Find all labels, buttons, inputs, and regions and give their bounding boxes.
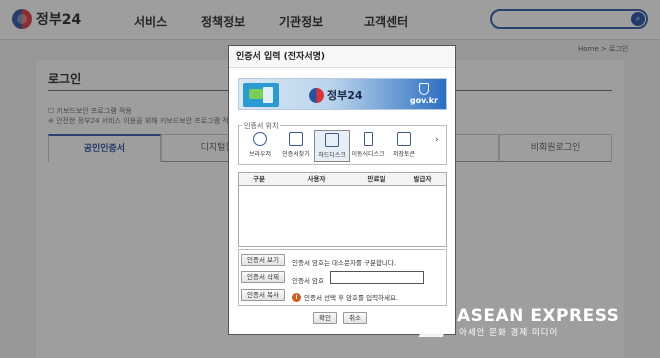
computer-illustration-icon	[243, 83, 279, 107]
location-find-cert[interactable]: 인증서찾기	[278, 130, 314, 162]
case-sensitive-note: 인증서 암호는 대소문자를 구분합니다.	[292, 259, 396, 267]
location-label: 저장토큰	[392, 151, 416, 158]
col-expiry: 만료일	[367, 175, 386, 183]
find-cert-icon	[289, 132, 303, 146]
cancel-button[interactable]: 취소	[343, 312, 367, 324]
cert-location-list: 브라우저 인증서찾기 하드디스크 이동식디스크 저장토큰	[242, 130, 422, 162]
select-cert-note: ! 인증서 선택 후 암호를 입력하세요.	[292, 292, 398, 302]
ok-button[interactable]: 확인	[313, 312, 337, 324]
copy-cert-button[interactable]: 인증서 복사	[241, 289, 285, 301]
asean-express-logo-icon	[423, 311, 451, 333]
banner-govkr: gov.kr	[410, 83, 438, 105]
certificate-dialog: 인증서 입력 (전자서명) 정부24 gov.kr 인증서 위치 브라우저 인증…	[228, 45, 456, 335]
location-token[interactable]: 저장토큰	[386, 130, 422, 162]
delete-cert-button[interactable]: 인증서 삭제	[241, 271, 285, 283]
location-hard-disk[interactable]: 하드디스크	[314, 130, 350, 162]
dialog-title: 인증서 입력 (전자서명)	[229, 46, 455, 68]
password-field[interactable]	[330, 271, 424, 284]
watermark-title: ASEAN EXPRESS	[457, 306, 620, 326]
password-label: 인증서 암호	[292, 277, 324, 285]
location-label: 하드디스크	[318, 152, 346, 159]
warning-icon: !	[292, 292, 301, 302]
govkr-text: gov.kr	[409, 96, 438, 105]
taegeuk-logo-icon	[309, 87, 324, 103]
watermark-subtitle: 아세안 문화 경제 미디어	[459, 328, 559, 338]
select-cert-note-text: 인증서 선택 후 암호를 입력하세요.	[304, 294, 399, 302]
location-label: 브라우저	[248, 151, 272, 158]
watermark-text: ASEAN EXPRESS 아세안 문화 경제 미디어	[457, 306, 619, 338]
location-removable-disk[interactable]: 이동식디스크	[350, 130, 386, 162]
gov24-banner: 정부24 gov.kr	[238, 78, 447, 110]
location-label: 인증서찾기	[282, 151, 310, 158]
view-cert-button[interactable]: 인증서 보기	[241, 254, 285, 266]
asean-express-watermark: ASEAN EXPRESS 아세안 문화 경제 미디어	[423, 306, 619, 338]
col-type: 구분	[253, 175, 265, 183]
chevron-right-icon[interactable]: ›	[435, 135, 439, 145]
location-browser[interactable]: 브라우저	[242, 130, 278, 162]
globe-icon	[253, 132, 267, 146]
location-label: 이동식디스크	[351, 151, 385, 158]
banner-logo-text: 정부24	[327, 89, 363, 102]
cert-table-header: 구분 사용자 만료일 발급자	[239, 173, 446, 186]
cert-table[interactable]: 구분 사용자 만료일 발급자	[238, 172, 447, 247]
token-icon	[397, 132, 411, 146]
shield-icon	[418, 83, 429, 95]
monitor-icon	[325, 133, 339, 147]
usb-icon	[363, 132, 373, 146]
banner-logo: 정부24	[309, 87, 363, 103]
col-user: 사용자	[307, 175, 326, 183]
col-issuer: 발급자	[413, 175, 432, 183]
